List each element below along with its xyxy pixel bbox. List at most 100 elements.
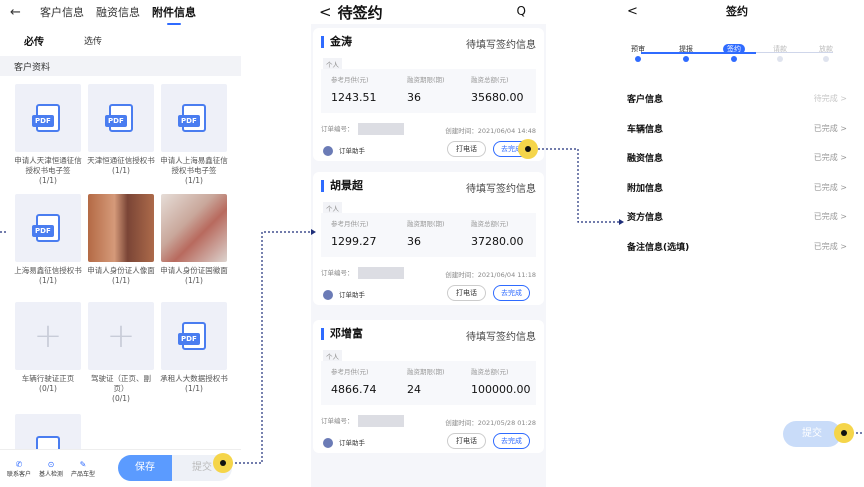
avatar bbox=[323, 438, 333, 448]
back-icon[interactable]: ← bbox=[10, 5, 28, 20]
info-row-customer[interactable]: 客户信息 待完成 > bbox=[627, 87, 847, 109]
pdf-icon: PDF bbox=[178, 322, 206, 350]
agent: 订单助手 bbox=[323, 145, 365, 156]
sub-tabs: 必传 选传 bbox=[0, 24, 241, 56]
chevron-right-icon: > bbox=[840, 93, 847, 103]
go-complete-button[interactable]: 去完成 bbox=[493, 285, 530, 301]
call-button[interactable]: 打电话 bbox=[447, 141, 486, 157]
finance-term: 24 bbox=[407, 383, 421, 396]
attachment-count: (0/1) bbox=[39, 384, 57, 393]
call-button[interactable]: 打电话 bbox=[447, 285, 486, 301]
connector-line bbox=[231, 231, 311, 464]
progress-steps: 预审 提报 签约 请款 放款 bbox=[619, 22, 855, 66]
attachment-item[interactable]: 申请人身份证国徽面 (1/1) bbox=[160, 194, 228, 286]
attachment-label: 承租人大数据授权书 bbox=[160, 374, 228, 383]
masked-order-id bbox=[357, 267, 404, 279]
check-icon: ⊙ bbox=[47, 459, 55, 469]
attachment-item[interactable]: PDF 承租人大数据授权书 (1/1) bbox=[160, 302, 228, 394]
attachment-label: 上海易鑫征信授权书 bbox=[14, 266, 82, 275]
back-icon[interactable]: < bbox=[627, 4, 638, 19]
page-title: 待签约 bbox=[337, 3, 383, 22]
search-icon[interactable]: Q bbox=[517, 4, 526, 18]
attachment-label: 车辆行驶证正页 bbox=[21, 374, 75, 383]
finance-total: 37280.00 bbox=[471, 235, 524, 248]
header: < 待签约 Q bbox=[311, 0, 546, 24]
go-complete-button[interactable]: 去完成 bbox=[493, 433, 530, 449]
created-time: 创建时间：2021/06/04 14:48 bbox=[445, 127, 536, 135]
pdf-icon bbox=[36, 436, 60, 450]
finance-summary: 参考月供(元) 融资期限(期) 融资总额(元) 1299.27 36 37280… bbox=[321, 213, 536, 257]
pdf-icon: PDF bbox=[105, 104, 133, 132]
finance-term: 36 bbox=[407, 235, 421, 248]
attachment-item[interactable]: PDF 上海易鑫征信授权书 (1/1) bbox=[14, 194, 82, 286]
page-title: 签约 bbox=[726, 5, 748, 18]
attachment-panel: ← 客户信息 融资信息 附件信息 必传 选传 客户资料 PDF 申请人天津恒通征… bbox=[0, 0, 241, 487]
agent: 订单助手 bbox=[323, 437, 365, 448]
finance-total: 100000.00 bbox=[471, 383, 531, 396]
step-request: 请款 bbox=[773, 44, 787, 62]
id-photo-thumbnail bbox=[161, 194, 227, 262]
attachment-label: 驾驶证（正页、副页） bbox=[91, 374, 151, 393]
info-row-funder[interactable]: 资方信息 已完成 > bbox=[627, 205, 847, 227]
edit-icon: ✎ bbox=[79, 459, 87, 469]
masked-order-id bbox=[357, 123, 404, 135]
chevron-right-icon: > bbox=[840, 152, 847, 162]
id-photo-thumbnail bbox=[88, 194, 154, 262]
attachment-item[interactable]: PDF 申请人上海易鑫征信授权书电子签 (1/1) bbox=[160, 84, 228, 186]
attachment-label: 申请人上海易鑫征信授权书电子签 bbox=[160, 156, 228, 175]
attachment-count: (1/1) bbox=[112, 276, 130, 285]
person-check-button[interactable]: ⊙ 基人检测 bbox=[38, 460, 64, 478]
back-icon[interactable]: < bbox=[319, 3, 332, 21]
sign-panel: < 签约 预审 提报 签约 请款 放款 客户信息 待完成 > 车辆信息 已完成 > … bbox=[619, 0, 855, 487]
finance-term: 36 bbox=[407, 91, 421, 104]
attachment-item[interactable]: + 车辆行驶证正页 (0/1) bbox=[14, 302, 82, 394]
product-model-button[interactable]: ✎ 产品车型 bbox=[70, 460, 96, 478]
contact-customer-button[interactable]: ✆ 联系客户 bbox=[6, 460, 32, 478]
attachment-item[interactable]: PDF 天津恒通征信授权书 (1/1) bbox=[87, 84, 155, 176]
sub-tab-optional[interactable]: 选传 bbox=[84, 34, 102, 47]
screen: ← 客户信息 融资信息 附件信息 必传 选传 客户资料 PDF 申请人天津恒通征… bbox=[0, 0, 864, 487]
pdf-icon: PDF bbox=[178, 104, 206, 132]
order-card[interactable]: 金涛 待填写签约信息 个人 参考月供(元) 融资期限(期) 融资总额(元) 12… bbox=[313, 28, 544, 161]
step-prereview: 预审 bbox=[631, 44, 645, 62]
bottom-toolbar: ✆ 联系客户 ⊙ 基人检测 ✎ 产品车型 保存 提交 bbox=[0, 449, 241, 487]
tab-customer-info[interactable]: 客户信息 bbox=[40, 4, 84, 20]
order-card[interactable]: 邓增富 待填写签约信息 个人 参考月供(元) 融资期限(期) 融资总额(元) 4… bbox=[313, 320, 544, 453]
attachment-count: (1/1) bbox=[39, 176, 57, 185]
customer-name: 胡景超 bbox=[321, 180, 363, 192]
sub-tab-required[interactable]: 必传 bbox=[24, 33, 44, 48]
attachment-count: (1/1) bbox=[185, 276, 203, 285]
call-button[interactable]: 打电话 bbox=[447, 433, 486, 449]
order-status: 待填写签约信息 bbox=[466, 40, 536, 51]
chevron-right-icon: > bbox=[840, 211, 847, 221]
attachment-label: 申请人天津恒通征信授权书电子签 bbox=[14, 156, 82, 175]
monthly-payment: 1299.27 bbox=[331, 235, 377, 248]
submit-button[interactable]: 提交 bbox=[783, 421, 841, 447]
header: < 签约 bbox=[619, 0, 855, 22]
phone-icon: ✆ bbox=[15, 459, 23, 469]
info-row-remarks[interactable]: 备注信息(选填) 已完成 > bbox=[627, 235, 847, 257]
info-row-vehicle[interactable]: 车辆信息 已完成 > bbox=[627, 117, 847, 139]
created-time: 创建时间：2021/05/28 01:28 bbox=[445, 419, 536, 427]
masked-order-id bbox=[357, 415, 404, 427]
add-icon: + bbox=[33, 316, 63, 356]
step-sign: 签约 bbox=[723, 44, 745, 62]
attachment-count: (0/1) bbox=[112, 394, 130, 403]
created-time: 创建时间：2021/06/04 11:18 bbox=[445, 271, 536, 279]
info-row-finance[interactable]: 融资信息 已完成 > bbox=[627, 146, 847, 168]
order-card[interactable]: 胡景超 待填写签约信息 个人 参考月供(元) 融资期限(期) 融资总额(元) 1… bbox=[313, 172, 544, 305]
tap-indicator bbox=[213, 453, 233, 473]
attachment-count: (1/1) bbox=[39, 276, 57, 285]
top-tabs: ← 客户信息 融资信息 附件信息 bbox=[0, 0, 241, 25]
attachment-count: (1/1) bbox=[185, 384, 203, 393]
customer-name: 金涛 bbox=[321, 36, 352, 48]
attachment-item[interactable]: 申请人身份证人像面 (1/1) bbox=[87, 194, 155, 286]
tab-attachment-info[interactable]: 附件信息 bbox=[152, 4, 196, 25]
tab-finance-info[interactable]: 融资信息 bbox=[96, 4, 140, 20]
finance-summary: 参考月供(元) 融资期限(期) 融资总额(元) 4866.74 24 10000… bbox=[321, 361, 536, 405]
save-button[interactable]: 保存 bbox=[118, 455, 172, 481]
info-row-additional[interactable]: 附加信息 已完成 > bbox=[627, 176, 847, 198]
attachment-count: (1/1) bbox=[112, 166, 130, 175]
attachment-item[interactable]: PDF 申请人天津恒通征信授权书电子签 (1/1) bbox=[14, 84, 82, 186]
attachment-item[interactable]: + 驾驶证（正页、副页） (0/1) bbox=[87, 302, 155, 404]
